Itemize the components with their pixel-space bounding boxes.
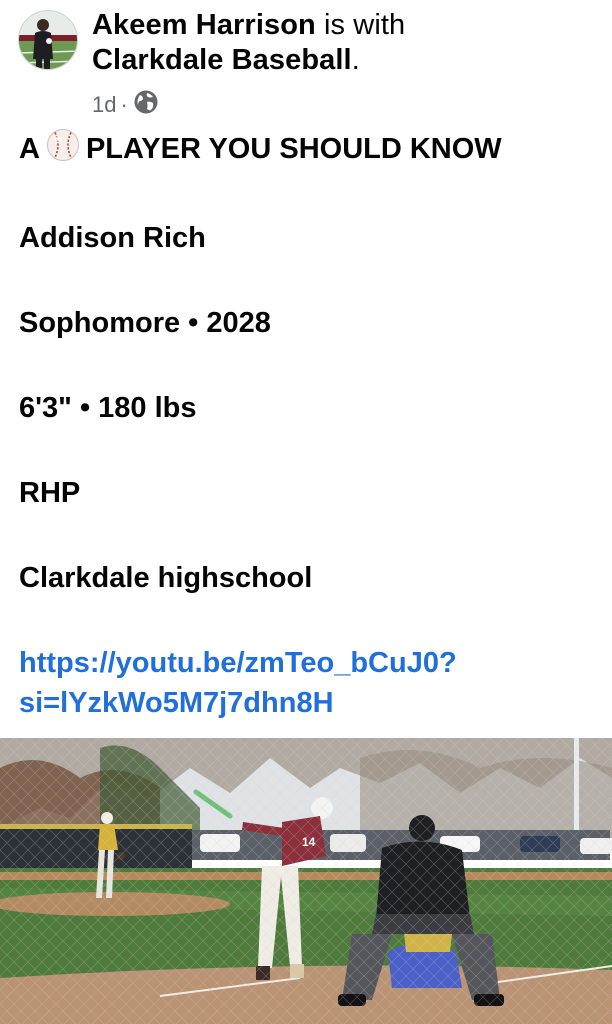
avatar-photo xyxy=(19,11,77,69)
player-name: Addison Rich xyxy=(19,222,206,254)
post-time[interactable]: 1d xyxy=(92,92,116,118)
header-line-1: Akeem Harrison is with xyxy=(92,8,602,43)
header-line-2: Clarkdale Baseball. xyxy=(92,43,602,78)
position: RHP xyxy=(19,477,81,509)
post-photo[interactable]: 14 xyxy=(0,738,612,1024)
video-link[interactable]: https://youtu.be/zmTeo_bCuJ0? si=lYzkWo5… xyxy=(19,643,599,723)
with-text: is with xyxy=(324,9,406,41)
meta-separator: · xyxy=(120,92,128,117)
post-body: A PLAYER YOU SHOULD KNOW Addison Rich So… xyxy=(19,128,599,723)
globe-icon[interactable] xyxy=(134,90,158,120)
avatar[interactable] xyxy=(18,10,78,70)
headline-before: A xyxy=(19,133,40,165)
tagged-page-name[interactable]: Clarkdale Baseball xyxy=(92,44,352,76)
baseball-game-photo: 14 xyxy=(0,738,612,1024)
headline: A PLAYER YOU SHOULD KNOW xyxy=(19,128,599,173)
header-period: . xyxy=(351,44,360,76)
class-year: Sophomore • 2028 xyxy=(19,307,271,339)
school: Clarkdale highschool xyxy=(19,562,313,594)
baseball-icon xyxy=(46,128,80,173)
headline-after: PLAYER YOU SHOULD KNOW xyxy=(85,133,502,165)
post-header-text: Akeem Harrison is with Clarkdale Basebal… xyxy=(92,8,602,78)
video-link-line-1[interactable]: https://youtu.be/zmTeo_bCuJ0? xyxy=(19,643,599,683)
author-name[interactable]: Akeem Harrison xyxy=(92,9,316,41)
post-meta: 1d · xyxy=(92,90,158,120)
measurements: 6'3" • 180 lbs xyxy=(19,392,197,424)
video-link-line-2[interactable]: si=lYzkWo5M7j7dhn8H xyxy=(19,683,599,723)
post-header: Akeem Harrison is with Clarkdale Basebal… xyxy=(18,8,598,120)
